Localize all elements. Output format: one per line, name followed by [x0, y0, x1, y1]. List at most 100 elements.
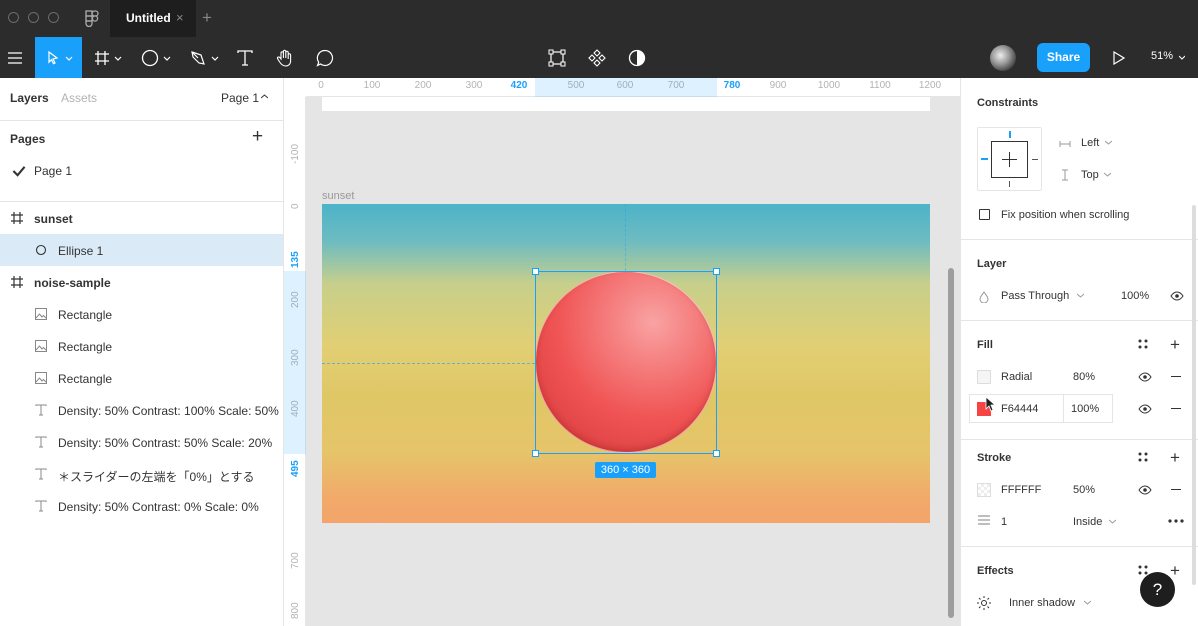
stroke-align-select[interactable]: Inside [1073, 516, 1102, 528]
pen-tool-icon[interactable] [188, 37, 222, 78]
remove-fill-icon[interactable] [1171, 408, 1181, 409]
chevron-down-icon[interactable] [1077, 293, 1084, 298]
canvas[interactable]: sunset 360 × 360 0 100 200 300 420 500 600 700 7… [284, 78, 960, 626]
zoom-chevron-down-icon[interactable] [1179, 55, 1185, 60]
more-options-icon[interactable] [1168, 519, 1184, 523]
fix-position-checkbox[interactable] [979, 209, 990, 220]
blend-mode-select[interactable]: Pass Through [1001, 290, 1069, 302]
styles-icon[interactable] [1138, 565, 1148, 575]
window-minimize-button[interactable] [28, 12, 39, 23]
fix-position-label: Fix position when scrolling [1001, 209, 1130, 221]
stroke-hex[interactable]: FFFFFF [1001, 484, 1041, 496]
page-item[interactable]: Page 1 [0, 154, 283, 186]
hand-tool-icon[interactable] [275, 37, 295, 78]
effect-type-select[interactable]: Inner shadow [1009, 597, 1075, 609]
ruler-tick-label: 700 [290, 552, 301, 569]
layer-row[interactable]: ＊スライダーの左端を「0%」とする [0, 458, 283, 490]
resize-handle[interactable] [532, 450, 539, 457]
ruler-tick-label: 800 [290, 602, 301, 619]
layer-row[interactable]: Rectangle [0, 330, 283, 362]
chevron-down-icon[interactable] [1109, 519, 1116, 524]
effect-settings-icon[interactable] [977, 596, 991, 610]
size-badge: 360 × 360 [595, 462, 656, 478]
share-button[interactable]: Share [1037, 43, 1090, 72]
present-icon[interactable] [1108, 37, 1128, 78]
styles-icon[interactable] [1138, 452, 1148, 462]
stroke-weight-input[interactable]: 1 [1001, 516, 1007, 528]
layer-label: Rectangle [58, 308, 113, 322]
new-tab-icon[interactable]: + [202, 8, 212, 28]
layer-row[interactable]: Ellipse 1 [0, 234, 283, 266]
stroke-weight-icon [978, 515, 990, 525]
fill-opacity[interactable]: 80% [1073, 371, 1095, 383]
ruler-tick-label: 780 [723, 80, 741, 91]
add-fill-button[interactable]: + [1170, 335, 1180, 355]
figma-logo-icon[interactable] [85, 10, 99, 27]
canvas-scrollbar[interactable] [948, 268, 954, 618]
transform-icon[interactable] [547, 37, 567, 78]
window-close-button[interactable] [8, 12, 19, 23]
vertical-constraint-select[interactable]: Top [1081, 169, 1099, 181]
constraints-title: Constraints [977, 97, 1039, 109]
stroke-color-swatch[interactable] [977, 483, 991, 497]
avatar[interactable] [990, 45, 1016, 71]
resize-handle[interactable] [713, 450, 720, 457]
constraints-widget[interactable] [977, 127, 1042, 191]
layer-label: Rectangle [58, 372, 113, 386]
mask-icon[interactable] [627, 37, 647, 78]
layer-row[interactable]: Density: 50% Contrast: 50% Scale: 20% [0, 426, 283, 458]
layer-row[interactable]: Density: 50% Contrast: 100% Scale: 50% [0, 394, 283, 426]
remove-stroke-icon[interactable] [1171, 489, 1181, 490]
chevron-down-icon[interactable] [1104, 172, 1111, 177]
fill-hex-input[interactable]: F64444 [1001, 403, 1038, 415]
comment-tool-icon[interactable] [315, 37, 335, 78]
tab-layers[interactable]: Layers [10, 91, 49, 105]
help-button[interactable]: ? [1140, 572, 1175, 607]
horizontal-constraint-icon [1059, 141, 1071, 147]
chevron-down-icon[interactable] [1105, 140, 1112, 145]
stroke-opacity[interactable]: 50% [1073, 484, 1095, 496]
selection-box[interactable] [532, 268, 720, 457]
chevron-up-icon[interactable] [261, 94, 268, 99]
fill-type[interactable]: Radial [1001, 371, 1032, 383]
resize-handle[interactable] [532, 268, 539, 275]
resize-handle[interactable] [713, 268, 720, 275]
text-tool-icon[interactable] [236, 37, 254, 78]
add-stroke-button[interactable]: + [1170, 448, 1180, 468]
panel-scrollbar[interactable] [1192, 205, 1196, 585]
horizontal-constraint-select[interactable]: Left [1081, 137, 1099, 149]
layer-row[interactable]: Rectangle [0, 362, 283, 394]
add-page-button[interactable]: + [252, 126, 263, 148]
fill-swatch[interactable] [977, 370, 991, 384]
remove-fill-icon[interactable] [1171, 376, 1181, 377]
chevron-down-icon[interactable] [1084, 600, 1091, 605]
layer-row[interactable]: Density: 50% Contrast: 0% Scale: 0% [0, 490, 283, 522]
tab-assets[interactable]: Assets [61, 91, 97, 105]
zoom-level[interactable]: 51% [1151, 50, 1173, 62]
component-icon[interactable] [587, 37, 607, 78]
main-menu-icon[interactable] [4, 37, 26, 78]
frame-tool-icon[interactable] [92, 37, 126, 78]
fill-opacity-input[interactable]: 100% [1071, 403, 1099, 415]
stroke-title: Stroke [977, 452, 1012, 464]
layer-opacity-input[interactable]: 100% [1121, 290, 1149, 302]
vertical-constraint-icon [1062, 169, 1068, 181]
move-tool-icon[interactable] [35, 37, 82, 78]
shape-tool-icon[interactable] [140, 37, 174, 78]
page-selector[interactable]: Page 1 [221, 91, 259, 105]
ellipse-icon [34, 243, 48, 257]
close-tab-icon[interactable]: × [176, 10, 184, 25]
eye-icon[interactable] [1138, 404, 1152, 414]
eye-icon[interactable] [1170, 291, 1184, 301]
frame-label[interactable]: sunset [322, 190, 354, 202]
eye-icon[interactable] [1138, 372, 1152, 382]
layer-row[interactable]: Rectangle [0, 298, 283, 330]
layer-row[interactable]: noise-sample [0, 266, 283, 298]
styles-icon[interactable] [1138, 339, 1148, 349]
layer-row[interactable]: sunset [0, 202, 283, 234]
cursor-icon [985, 396, 997, 412]
window-maximize-button[interactable] [48, 12, 59, 23]
file-tab[interactable]: Untitled × [110, 0, 196, 37]
ruler-tick-label: 1200 [918, 80, 942, 91]
eye-icon[interactable] [1138, 485, 1152, 495]
